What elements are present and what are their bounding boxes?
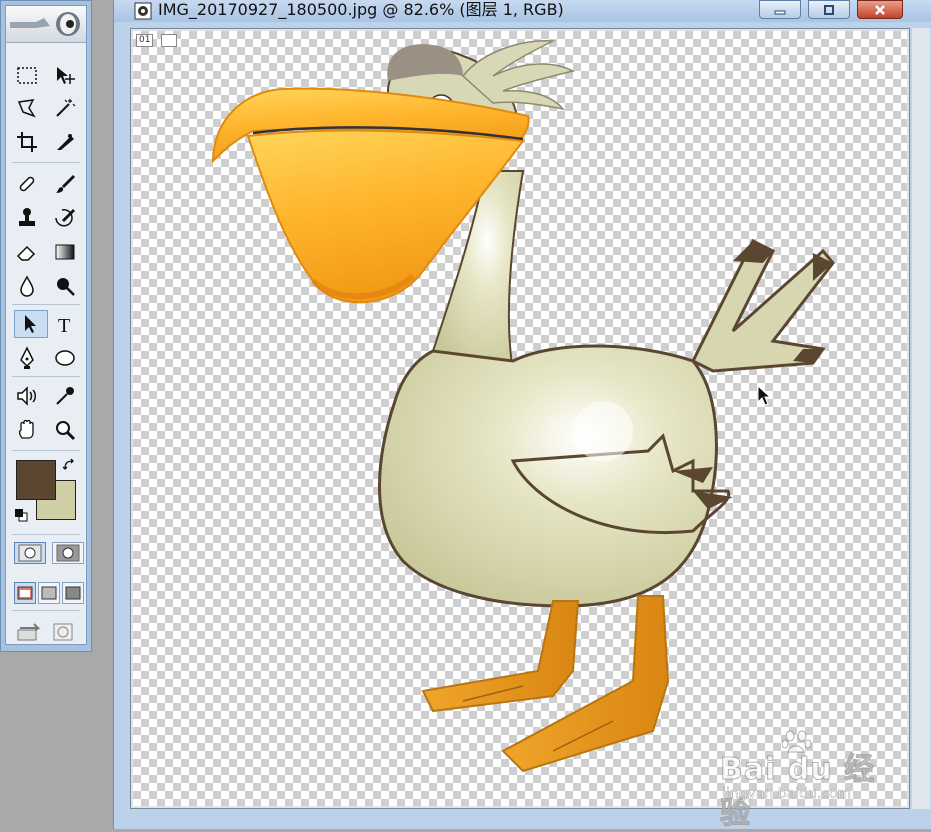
dodge-icon[interactable] (48, 272, 82, 300)
full-screen-menu-mode-button[interactable] (38, 582, 60, 604)
blur-icon[interactable] (10, 272, 44, 300)
default-colors-icon[interactable] (14, 508, 28, 522)
watermark-url: jingyan.baidu.com (722, 786, 852, 803)
clone-stamp-icon[interactable] (10, 204, 44, 232)
foreground-color-swatch[interactable] (16, 460, 56, 500)
history-brush-icon[interactable] (48, 204, 82, 232)
screen-mode-menu-icon (41, 586, 57, 600)
slice-icon[interactable] (48, 128, 82, 156)
quick-mask-icon (56, 544, 80, 562)
photoshop-eye-icon (10, 12, 80, 36)
zoom-icon[interactable] (48, 416, 82, 444)
minimize-button[interactable] (759, 0, 801, 19)
standard-screen-mode-button[interactable] (14, 582, 36, 604)
document-titlebar[interactable]: IMG_20170927_180500.jpg @ 82.6% (图层 1, R… (114, 0, 931, 22)
cartoon-pelican-image (211, 40, 835, 773)
gradient-icon[interactable] (48, 238, 82, 266)
mouse-cursor-icon (757, 385, 772, 406)
toolbox-inner: T (5, 5, 87, 645)
jump-to-imageready-icon (17, 623, 73, 641)
ellipse-shape-icon[interactable] (48, 344, 82, 372)
canvas-frame: 01 (130, 28, 910, 809)
healing-brush-icon[interactable] (10, 170, 44, 198)
toolbox-panel: T (0, 0, 92, 652)
hand-icon[interactable] (10, 416, 44, 444)
rectangular-marquee-icon[interactable] (10, 62, 44, 90)
crop-icon[interactable] (10, 128, 44, 156)
path-selection-icon[interactable] (14, 310, 48, 338)
magic-wand-icon[interactable] (48, 94, 82, 122)
pen-icon[interactable] (10, 344, 44, 372)
standard-mode-button[interactable] (14, 542, 46, 564)
close-button[interactable] (857, 0, 903, 19)
screen-mode-standard-icon (17, 586, 33, 600)
move-icon[interactable] (48, 62, 82, 90)
image-canvas[interactable]: 01 (133, 31, 907, 806)
minimize-icon (774, 10, 786, 14)
restore-button[interactable] (808, 0, 850, 19)
swap-colors-icon[interactable] (62, 458, 76, 472)
screen-mode-full-icon (65, 586, 81, 600)
notes-icon[interactable] (10, 382, 44, 410)
photoshop-document-icon (134, 2, 152, 20)
type-icon[interactable]: T (48, 310, 82, 338)
lasso-icon[interactable] (10, 94, 44, 122)
eyedropper-icon[interactable] (48, 382, 82, 410)
standard-mode-icon (18, 544, 42, 562)
jump-to-imageready-button[interactable] (14, 618, 84, 646)
toolbox-header-logo[interactable] (6, 6, 86, 43)
eraser-icon[interactable] (10, 238, 44, 266)
restore-icon (824, 4, 834, 15)
full-screen-mode-button[interactable] (62, 582, 84, 604)
svg-text:T: T (58, 315, 70, 336)
close-icon (875, 4, 885, 15)
baidu-jingyan-watermark: Bai du 经验 jingyan.baidu.com (720, 730, 890, 832)
document-title: IMG_20170927_180500.jpg @ 82.6% (图层 1, R… (158, 0, 564, 19)
document-window: IMG_20170927_180500.jpg @ 82.6% (图层 1, R… (113, 0, 931, 829)
brush-icon[interactable] (48, 170, 82, 198)
quick-mask-mode-button[interactable] (52, 542, 84, 564)
vertical-scrollbar[interactable] (912, 28, 930, 809)
